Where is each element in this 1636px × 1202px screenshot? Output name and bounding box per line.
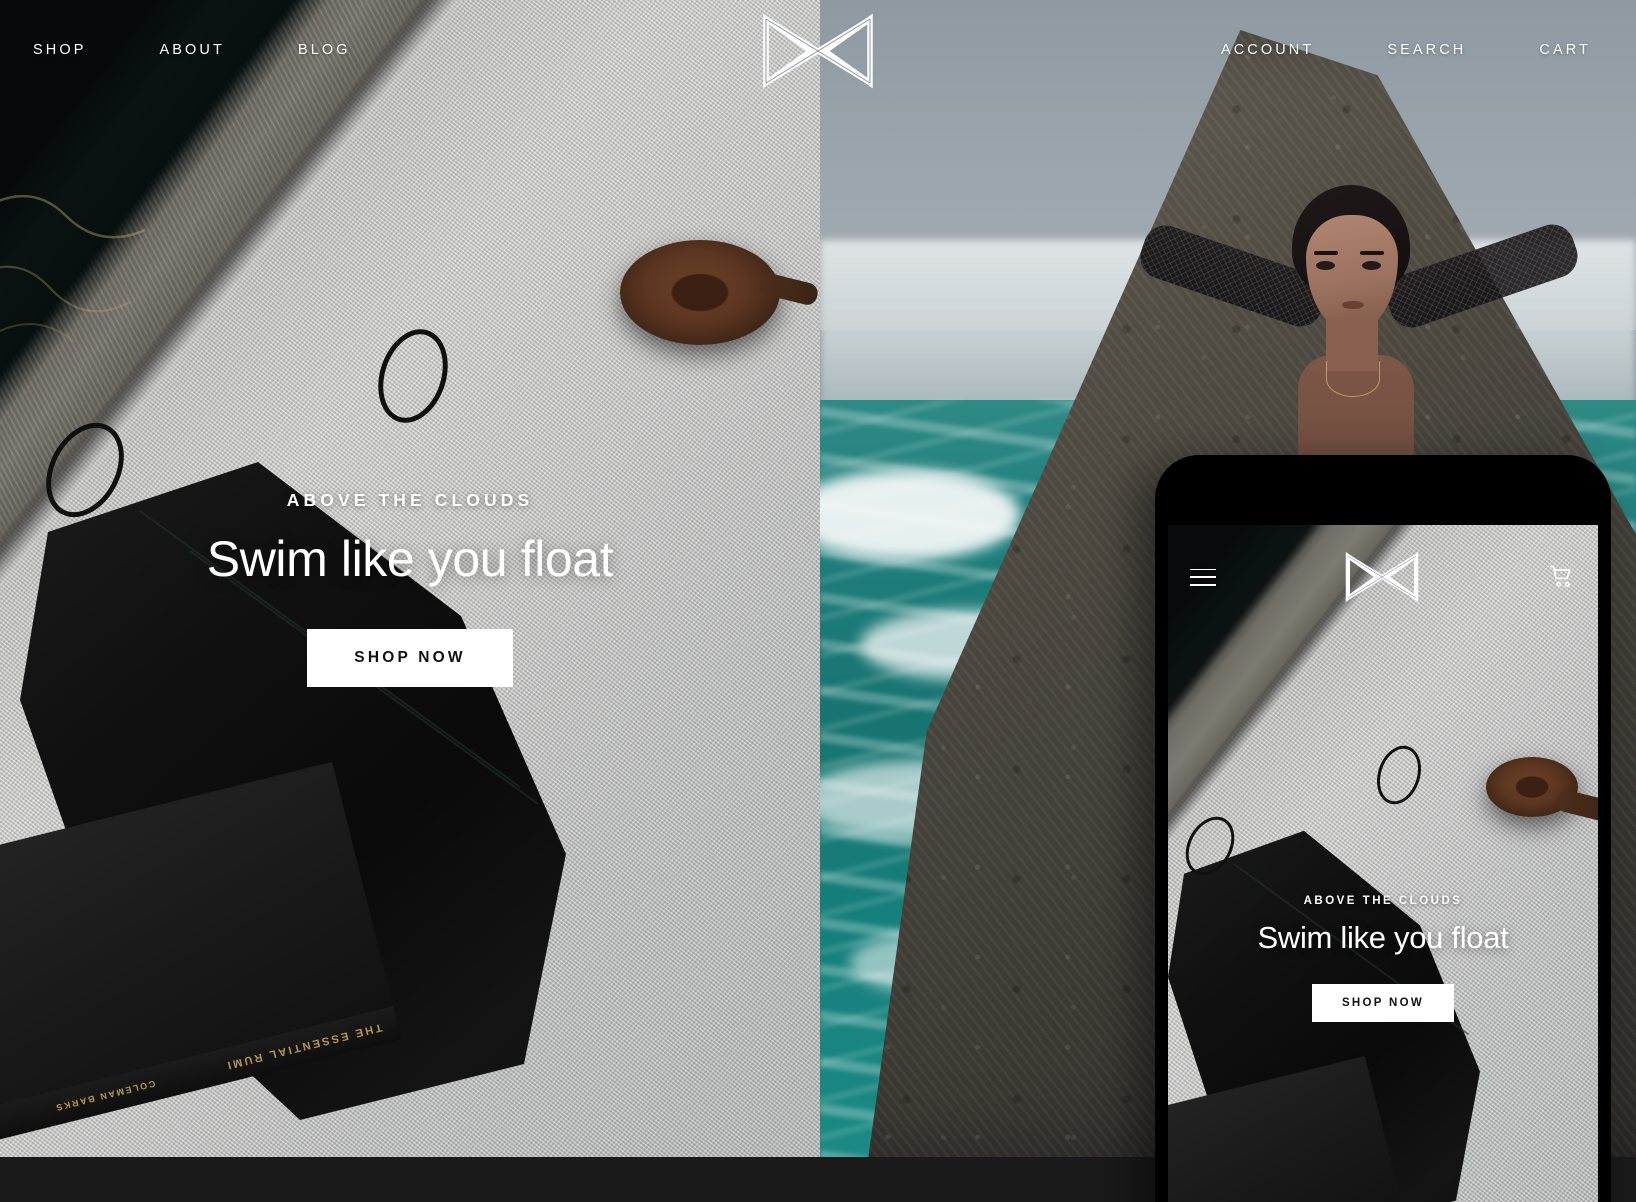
shopping-cart-icon[interactable]: [1548, 563, 1576, 591]
model-brow-right: [1360, 251, 1384, 255]
brand-logo-link[interactable]: [754, 13, 882, 89]
swimsuit-strap-right: [1369, 739, 1429, 811]
phone-mockup: THE ESSENTIAL RUMI: [1155, 455, 1611, 1202]
model-brow-left: [1314, 251, 1338, 255]
hero-copy-block: ABOVE THE CLOUDS Swim like you float SHO…: [0, 490, 820, 687]
phone-hero-copy-block: ABOVE THE CLOUDS Swim like you float SHO…: [1168, 895, 1598, 1022]
model-eye-right: [1362, 261, 1381, 270]
nav-link-about[interactable]: ABOUT: [160, 42, 225, 58]
phone-shop-now-button[interactable]: SHOP NOW: [1311, 984, 1455, 1022]
nav-link-cart[interactable]: CART: [1539, 42, 1591, 58]
nav-group-right: ACCOUNT SEARCH CART: [1221, 42, 1591, 58]
hamburger-bar: [1190, 568, 1216, 571]
nav-link-search[interactable]: SEARCH: [1387, 42, 1466, 58]
nav-link-account[interactable]: ACCOUNT: [1221, 42, 1314, 58]
hero-eyebrow: ABOVE THE CLOUDS: [286, 490, 534, 510]
page-root: THE ESSENTIAL RUMI COLEMAN BARKS SHOP AB…: [0, 0, 1636, 1202]
phone-hero-headline: Swim like you float: [1257, 920, 1509, 955]
phone-top-bar: [1168, 525, 1598, 629]
abstract-bowtie-monogram-logo[interactable]: [1340, 552, 1424, 602]
shop-now-button[interactable]: SHOP NOW: [307, 629, 513, 687]
model-face: [1306, 215, 1398, 333]
hamburger-bar: [1190, 576, 1216, 578]
phone-hero-eyebrow: ABOVE THE CLOUDS: [1303, 895, 1463, 907]
nav-link-shop[interactable]: SHOP: [33, 42, 87, 58]
model-eye-left: [1316, 261, 1335, 270]
phone-screen: THE ESSENTIAL RUMI: [1168, 525, 1598, 1202]
nav-group-left: SHOP ABOUT BLOG: [33, 42, 351, 58]
hero-headline: Swim like you float: [206, 531, 614, 587]
nav-link-blog[interactable]: BLOG: [298, 42, 351, 58]
model-mesh-sleeve-right: [1380, 218, 1584, 334]
abstract-bowtie-monogram-logo: [763, 13, 873, 89]
model-lips: [1342, 301, 1364, 309]
model-necklace: [1326, 361, 1380, 397]
hamburger-bar: [1190, 583, 1216, 586]
hamburger-menu-icon[interactable]: [1190, 568, 1216, 586]
swimsuit-strap-right: [366, 320, 460, 432]
